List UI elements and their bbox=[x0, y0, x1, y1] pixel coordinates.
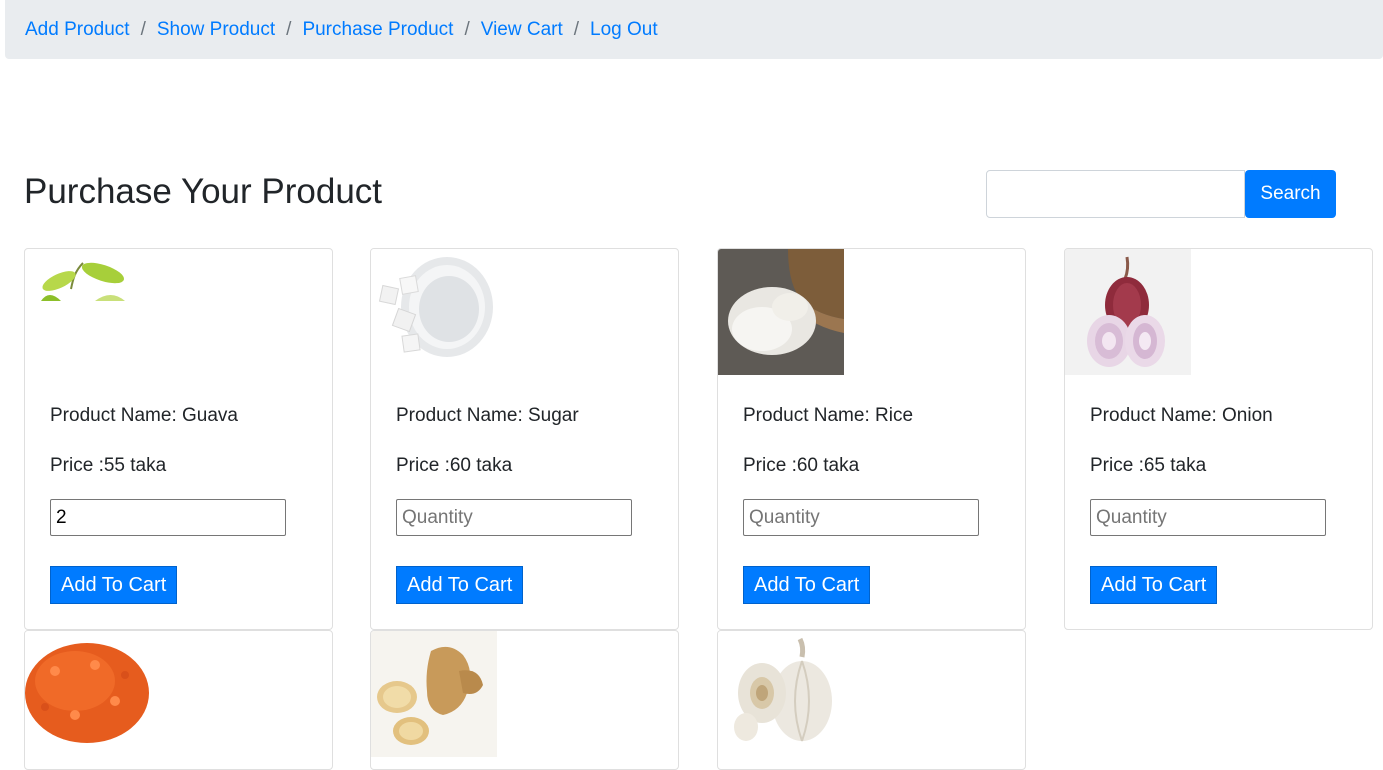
product-card-garlic bbox=[717, 630, 1026, 770]
lentils-image bbox=[25, 631, 151, 757]
product-card-guava: Product Name: Guava Price :55 taka Add T… bbox=[24, 248, 333, 630]
rice-image bbox=[718, 249, 844, 375]
nav-view-cart[interactable]: View Cart bbox=[481, 19, 563, 41]
breadcrumb: Add Product / Show Product / Purchase Pr… bbox=[5, 0, 1383, 59]
product-name: Product Name: Onion bbox=[1090, 405, 1273, 426]
search-input[interactable] bbox=[986, 170, 1245, 218]
add-to-cart-button[interactable]: Add To Cart bbox=[50, 566, 178, 604]
product-price: Price :60 taka bbox=[743, 455, 860, 476]
quantity-input[interactable] bbox=[1090, 499, 1326, 536]
product-card-ginger bbox=[370, 630, 679, 770]
nav-log-out[interactable]: Log Out bbox=[590, 19, 658, 41]
quantity-input[interactable] bbox=[743, 499, 979, 536]
sugar-image bbox=[371, 249, 497, 375]
product-price: Price :55 taka bbox=[50, 455, 167, 476]
product-card-sugar: Product Name: Sugar Price :60 taka Add T… bbox=[370, 248, 679, 630]
breadcrumb-separator: / bbox=[140, 18, 146, 40]
nav-purchase-product[interactable]: Purchase Product bbox=[302, 19, 453, 41]
add-to-cart-button[interactable]: Add To Cart bbox=[1090, 566, 1218, 604]
product-name: Product Name: Sugar bbox=[396, 405, 579, 426]
page-title: Purchase Your Product bbox=[24, 172, 383, 211]
breadcrumb-separator: / bbox=[286, 18, 292, 40]
breadcrumb-separator: / bbox=[464, 18, 470, 40]
add-to-cart-button[interactable]: Add To Cart bbox=[396, 566, 524, 604]
product-name: Product Name: Guava bbox=[50, 405, 238, 426]
search-button[interactable]: Search bbox=[1245, 170, 1336, 218]
quantity-input[interactable] bbox=[50, 499, 286, 536]
nav-show-product[interactable]: Show Product bbox=[157, 19, 275, 41]
product-price: Price :60 taka bbox=[396, 455, 513, 476]
add-to-cart-button[interactable]: Add To Cart bbox=[743, 566, 871, 604]
ginger-image bbox=[371, 631, 497, 757]
garlic-image bbox=[718, 631, 844, 757]
nav-add-product[interactable]: Add Product bbox=[25, 19, 130, 41]
product-card-onion: Product Name: Onion Price :65 taka Add T… bbox=[1064, 248, 1373, 630]
breadcrumb-separator: / bbox=[573, 18, 580, 40]
product-price: Price :65 taka bbox=[1090, 455, 1207, 476]
product-card-lentils bbox=[24, 630, 333, 770]
guava-image bbox=[25, 249, 151, 375]
product-name: Product Name: Rice bbox=[743, 405, 914, 426]
product-card-rice: Product Name: Rice Price :60 taka Add To… bbox=[717, 248, 1026, 630]
onion-image bbox=[1065, 249, 1191, 375]
quantity-input[interactable] bbox=[396, 499, 632, 536]
